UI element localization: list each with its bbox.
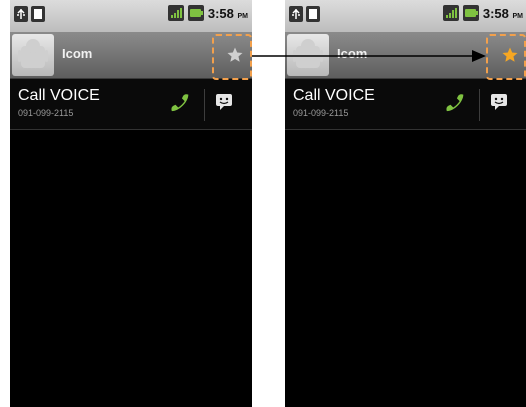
sim-icon xyxy=(306,6,320,22)
usb-icon xyxy=(14,6,28,22)
signal-icon xyxy=(442,5,459,21)
call-row[interactable]: Call VOICE 091-099-2115 xyxy=(10,79,252,130)
status-bar: 3:58 PM xyxy=(10,0,252,32)
phone-icon[interactable] xyxy=(445,91,467,113)
call-label: Call VOICE xyxy=(293,87,375,104)
battery-icon xyxy=(187,5,204,21)
usb-icon xyxy=(289,6,303,22)
sms-icon[interactable] xyxy=(489,92,509,112)
call-row[interactable]: Call VOICE 091-099-2115 xyxy=(285,79,526,130)
sim-icon xyxy=(31,6,45,22)
highlight-star-before xyxy=(212,34,252,80)
battery-icon xyxy=(462,5,479,21)
contact-avatar-icon[interactable] xyxy=(287,34,329,76)
highlight-star-after xyxy=(486,34,526,80)
call-label: Call VOICE xyxy=(18,87,100,104)
status-bar: 3:58 PM xyxy=(285,0,526,32)
divider xyxy=(479,89,480,121)
contact-name: Icom xyxy=(337,46,368,61)
call-number: 091-099-2115 xyxy=(293,108,349,118)
status-clock: 3:58 PM xyxy=(482,5,523,21)
contact-avatar-icon[interactable] xyxy=(12,34,54,76)
divider xyxy=(204,89,205,121)
phone-icon[interactable] xyxy=(170,91,192,113)
sms-icon[interactable] xyxy=(214,92,234,112)
signal-icon xyxy=(167,5,184,21)
contact-name: Icom xyxy=(62,46,93,61)
call-number: 091-099-2115 xyxy=(18,108,74,118)
status-clock: 3:58 PM xyxy=(207,5,248,21)
